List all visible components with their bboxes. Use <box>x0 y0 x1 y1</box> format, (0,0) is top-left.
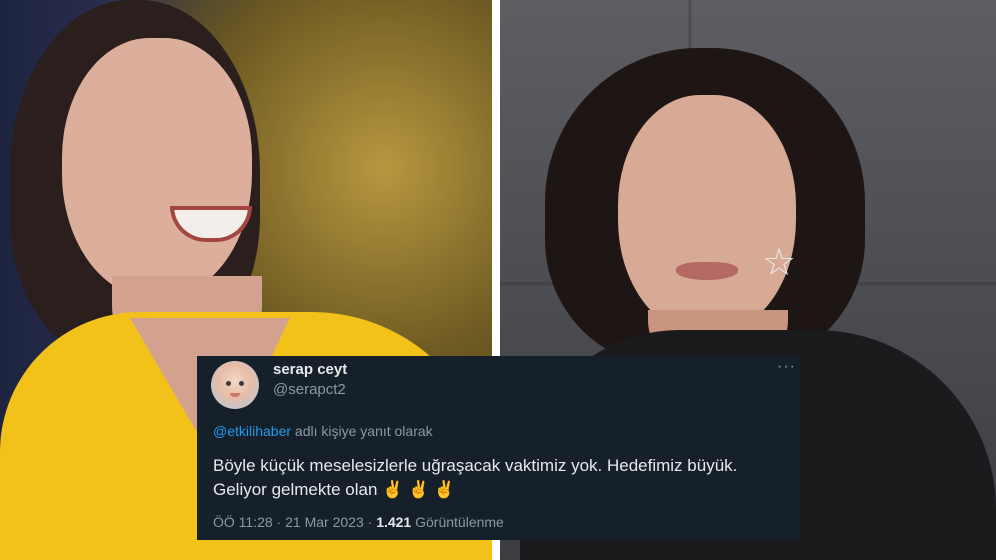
more-horizontal-icon[interactable]: ··· <box>777 358 796 376</box>
right-person-mouth <box>676 262 738 280</box>
display-name[interactable]: serap ceyt <box>273 361 347 378</box>
reply-mention-link[interactable]: @etkilihaber <box>213 423 291 439</box>
tweet-metadata: ÖÖ 11:28 · 21 Mar 2023 · 1.421 Görüntüle… <box>213 514 504 530</box>
views-count: 1.421 <box>376 514 412 530</box>
tweet-text-line-2: Geliyor gelmekte olan ✌️ ✌️ ✌️ <box>213 478 783 502</box>
tweet-card[interactable]: serap ceyt @serapct2 ··· @etkilihaber ad… <box>197 356 799 540</box>
tweet-text-line-2-text: Geliyor gelmekte olan <box>213 480 378 499</box>
reply-context: @etkilihaber adlı kişiye yanıt olarak <box>213 423 433 439</box>
tweet-date[interactable]: 21 Mar 2023 <box>285 514 364 530</box>
right-person-face <box>618 95 796 335</box>
meta-separator: · <box>363 514 377 530</box>
tweet-text-line-1: Böyle küçük meselesizlerle uğraşacak vak… <box>213 456 738 475</box>
reply-context-label: adlı kişiye yanıt olarak <box>291 423 433 439</box>
user-handle[interactable]: @serapct2 <box>273 381 346 398</box>
tweet-time[interactable]: ÖÖ 11:28 <box>213 514 273 530</box>
avatar-eye-right <box>239 381 244 386</box>
avatar[interactable] <box>211 361 259 409</box>
victory-hand-emojis: ✌️ ✌️ ✌️ <box>382 480 456 499</box>
views-label: Görüntülenme <box>411 514 504 530</box>
avatar-mouth <box>230 393 240 397</box>
left-person-face <box>62 38 252 298</box>
meta-separator: · <box>272 514 286 530</box>
avatar-eye-left <box>226 381 231 386</box>
star-earring-icon: ☆ <box>762 242 797 284</box>
tweet-text: Böyle küçük meselesizlerle uğraşacak vak… <box>213 454 783 502</box>
